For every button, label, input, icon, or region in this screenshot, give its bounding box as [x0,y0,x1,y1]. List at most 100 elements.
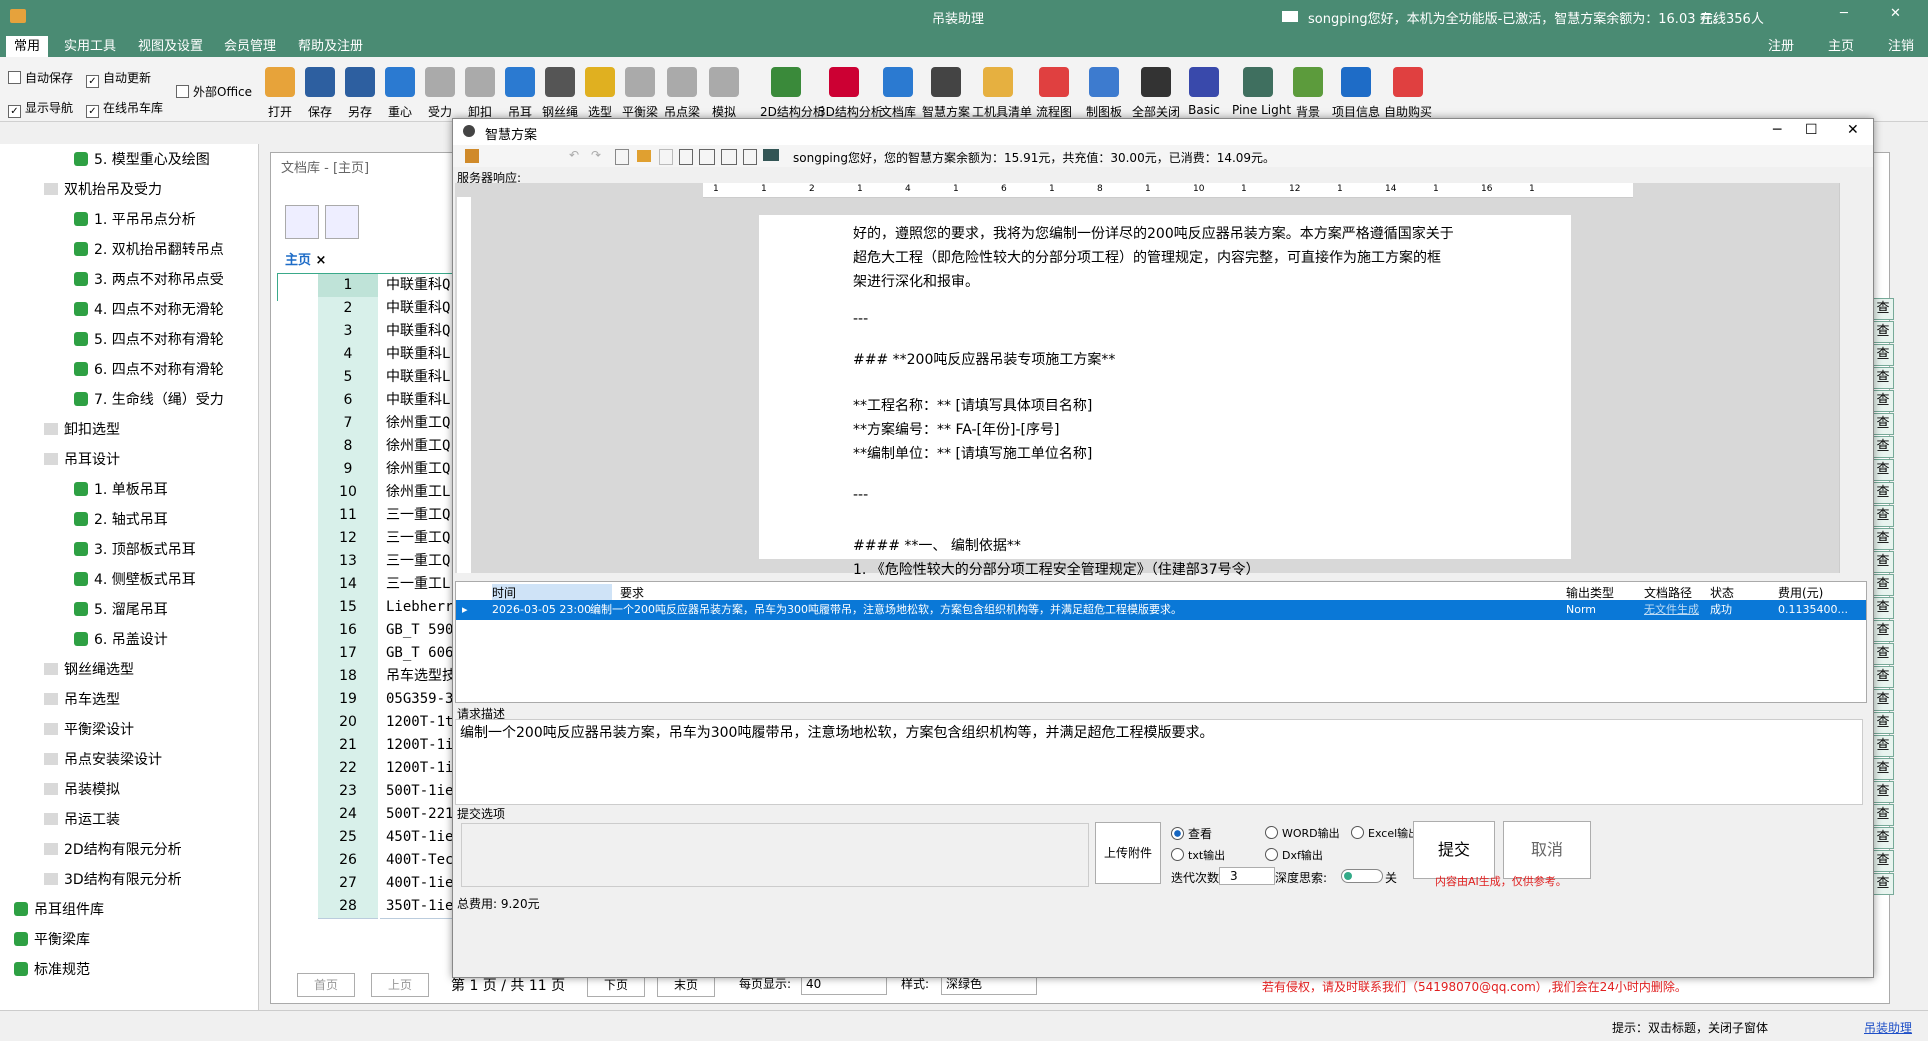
smart-minimize-icon[interactable]: ─ [1773,122,1781,138]
tree-item[interactable]: 5. 溜尾吊耳 [74,598,168,622]
preview-cell[interactable]: 查 [1872,827,1894,849]
preview-cell[interactable]: 查 [1872,666,1894,688]
deep-thinking-toggle[interactable] [1341,869,1383,883]
ribbon-button[interactable]: 背景 [1282,67,1334,121]
tab-membership[interactable]: 会员管理 [216,36,284,57]
auto-update-checkbox[interactable]: ✓ 自动更新 [86,69,151,88]
table-row[interactable]: 12 三一重工Q [278,527,474,551]
external-office-checkbox[interactable]: 外部Office [176,83,252,100]
submit-button[interactable]: 提交 [1413,821,1495,879]
tab-close-icon[interactable]: × [316,253,327,268]
tree-item[interactable]: 2. 双机抬吊翻转吊点 [74,238,224,262]
table-row[interactable]: 27 400T-1ieb [278,872,474,896]
col-output-type[interactable]: 输出类型 [1566,584,1614,601]
tree-item[interactable]: 5. 模型重心及绘图 [74,148,210,172]
preview-cell[interactable]: 查 [1872,758,1894,780]
ribbon-button[interactable]: 文档库 [872,67,924,121]
table-row[interactable]: 8 徐州重工Q [278,435,474,459]
ribbon-button[interactable]: 自助购买 [1382,67,1434,121]
close-icon[interactable]: ✕ [1890,6,1901,21]
preview-cell[interactable]: 查 [1872,298,1894,320]
table-row[interactable]: 21 1200T-1ie [278,734,474,758]
tree-item[interactable]: 卸扣选型 [44,418,120,442]
table-row[interactable]: 17 GB_T 6068 [278,642,474,666]
tree-item[interactable]: 2. 轴式吊耳 [74,508,168,532]
auto-save-checkbox[interactable]: 自动保存 [8,69,73,86]
tab-home[interactable]: 主页 × [285,249,326,268]
ribbon-button[interactable]: 模拟 [698,67,750,121]
tree-item[interactable]: 3. 两点不对称吊点受 [74,268,224,292]
tree-item[interactable]: 标准规范 [14,958,90,982]
save-icon[interactable] [659,149,673,165]
table-row[interactable]: 2 中联重科Q [278,297,474,321]
tree-item[interactable]: 双机抬吊及受力 [44,178,162,202]
header-link-home[interactable]: 主页 [1820,36,1862,57]
undo-icon[interactable]: ↶ [569,148,579,162]
table-row[interactable]: 13 三一重工Q [278,550,474,574]
header-link-logout[interactable]: 注销 [1880,36,1922,57]
table-row[interactable]: 7 徐州重工Q [278,412,474,436]
app-icon[interactable] [10,9,26,23]
first-page-button[interactable]: 首页 [297,973,355,997]
preview-cell[interactable]: 查 [1872,482,1894,504]
open-folder-icon[interactable] [637,150,651,162]
table-row[interactable]: 11 三一重工Q [278,504,474,528]
table-row[interactable]: 26 400T-Tech [278,849,474,873]
col-status[interactable]: 状态 [1710,584,1734,601]
tree-item[interactable]: 钢丝绳选型 [44,658,134,682]
table-row[interactable]: 28 350T-1ieb [278,895,474,919]
col-cost[interactable]: 费用(元) [1778,584,1823,601]
tree-item[interactable]: 3. 顶部板式吊耳 [74,538,196,562]
preview-cell[interactable]: 查 [1872,873,1894,895]
smart-maximize-icon[interactable]: ☐ [1805,122,1818,138]
table-row[interactable]: 19 05G359-3 [278,688,474,712]
table-row[interactable]: 10 徐州重工L [278,481,474,505]
tree-item[interactable]: 1. 单板吊耳 [74,478,168,502]
preview-cell[interactable]: 查 [1872,574,1894,596]
table-row[interactable]: 15 Liebherr [278,596,474,620]
table-row[interactable]: 25 450T-1ieb [278,826,474,850]
preview-cell[interactable]: 查 [1872,528,1894,550]
preview-cell[interactable]: 查 [1872,551,1894,573]
ribbon-button[interactable]: 项目信息 [1330,67,1382,121]
user-card-icon[interactable] [325,205,359,239]
radio-excel[interactable]: Excel输出 [1351,825,1419,841]
iteration-stepper[interactable]: 3 [1219,867,1275,885]
prev-page-button[interactable]: 上页 [371,973,429,997]
tree-item[interactable]: 吊耳组件库 [14,898,104,922]
table-row[interactable]: 4 中联重科L [278,343,474,367]
radio-view[interactable]: 查看 [1171,825,1212,842]
attachments-box[interactable] [461,823,1089,887]
ribbon-button[interactable]: Pine Light [1232,67,1291,121]
table-row[interactable]: 16 GB_T 5905 [278,619,474,643]
table-row[interactable]: 6 中联重科L [278,389,474,413]
preview-cell[interactable]: 查 [1872,643,1894,665]
preview-cell[interactable]: 查 [1872,321,1894,343]
tab-view-settings[interactable]: 视图及设置 [130,36,211,57]
theme-icon[interactable] [763,149,779,161]
tree-item[interactable]: 吊运工装 [44,808,120,832]
radio-dxf[interactable]: Dxf输出 [1265,847,1323,863]
tree-item[interactable]: 2D结构有限元分析 [44,838,182,862]
cancel-button[interactable]: 取消 [1503,821,1591,879]
tree-item[interactable]: 吊耳设计 [44,448,120,472]
ribbon-button[interactable]: 制图板 [1078,67,1130,121]
table-row[interactable]: 5 中联重科L [278,366,474,390]
show-nav-checkbox[interactable]: ✓ 显示导航 [8,99,73,118]
ribbon-button[interactable]: 2D结构分析 [760,67,825,121]
col-time[interactable]: 时间 [492,584,612,601]
tree-item[interactable]: 7. 生命线（绳）受力 [74,388,224,412]
preview-cell[interactable]: 查 [1872,436,1894,458]
document-page[interactable]: 好的，遵照您的要求，我将为您编制一份详尽的200吨反应器吊装方案。本方案严格遵循… [759,215,1571,578]
col-doc-path[interactable]: 文档路径 [1644,584,1692,601]
table-row[interactable]: 3 中联重科Q [278,320,474,344]
radio-txt[interactable]: txt输出 [1171,847,1225,863]
table-row[interactable]: 18 吊车选型技 [278,665,474,689]
row-doc-path-link[interactable]: 无文件生成 [1644,600,1699,620]
table-row[interactable]: 1 中联重科Q [278,274,474,298]
preview-cell[interactable]: 查 [1872,689,1894,711]
ribbon-button[interactable]: Basic [1178,67,1230,121]
tree-item[interactable]: 4. 四点不对称无滑轮 [74,298,224,322]
export-icon[interactable] [465,149,479,163]
tree-item[interactable]: 1. 平吊吊点分析 [74,208,196,232]
